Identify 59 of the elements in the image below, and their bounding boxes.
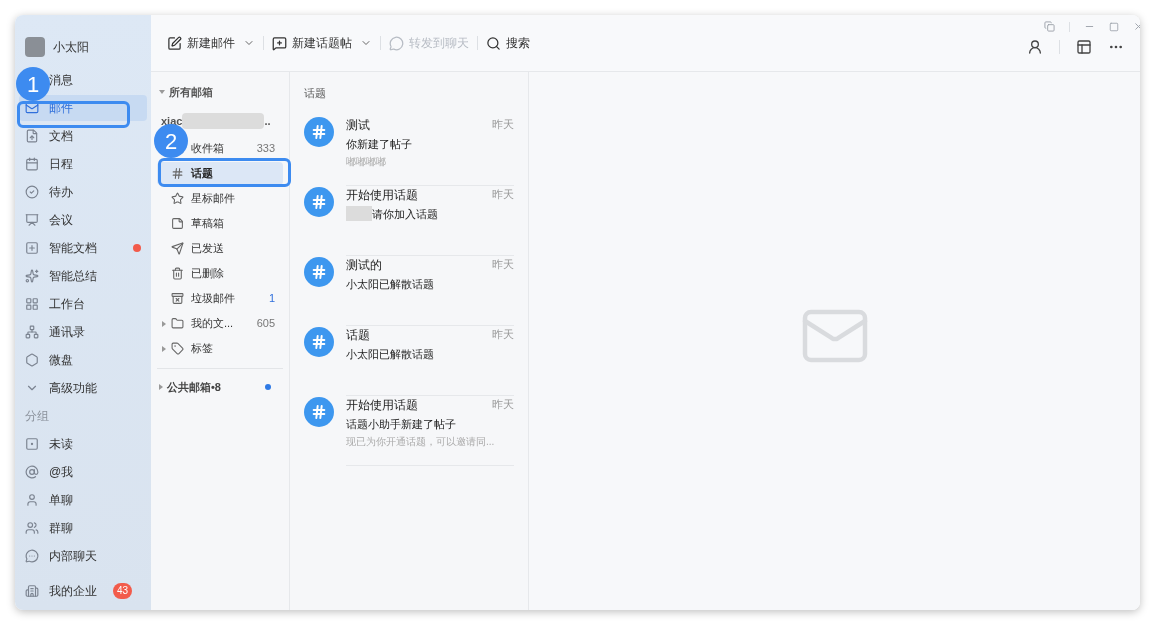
topic-preview: 现已为你开通话题，可以邀请同... xyxy=(346,435,496,449)
nav-item[interactable]: 智能文档 xyxy=(19,235,147,261)
folder-count: 333 xyxy=(256,141,275,157)
nav-item[interactable]: 高级功能 xyxy=(19,375,147,401)
topic-time: 昨天 xyxy=(492,326,514,342)
nav-item[interactable]: 通讯录 xyxy=(19,319,147,345)
topic-item[interactable]: 开始使用话题 昨天 请你加入话题 xyxy=(304,185,514,256)
folder-item[interactable]: 我的文... 605 xyxy=(157,312,283,335)
topic-line: 话题小助手新建了帖子 xyxy=(346,416,456,432)
public-mailbox-label[interactable]: 公共邮箱•8 xyxy=(167,379,261,396)
group-item[interactable]: 单聊 xyxy=(19,487,147,513)
topic-title: 话题 xyxy=(346,326,370,344)
topic-time: 昨天 xyxy=(492,186,514,202)
folder-count: 1 xyxy=(268,291,275,307)
folder-item[interactable]: 话题 xyxy=(157,162,283,185)
topic-line: 你新建了帖子 xyxy=(346,136,412,152)
nav-item[interactable]: 文档 xyxy=(19,123,147,149)
topic-title: 测试的 xyxy=(346,256,382,274)
topic-title: 开始使用话题 xyxy=(346,396,418,414)
toolbar-button[interactable]: 新建邮件 xyxy=(167,34,255,52)
topic-item[interactable]: 测试 昨天 你新建了帖子 嘟嘟嘟嘟 xyxy=(304,115,514,186)
topic-item[interactable]: 测试的 昨天 小太阳已解散话题 xyxy=(304,255,514,326)
topic-line: 请你加入话题 xyxy=(372,206,438,222)
topic-item[interactable]: 话题 昨天 小太阳已解散话题 xyxy=(304,325,514,396)
toolbar-button[interactable]: 新建话题帖 xyxy=(272,34,372,52)
folder-item[interactable]: 垃圾邮件 1 xyxy=(157,287,283,310)
group-heading: 分组 xyxy=(24,408,50,425)
folder-item[interactable]: 星标邮件 xyxy=(157,187,283,210)
topic-time: 昨天 xyxy=(492,396,514,412)
section-heading: 所有邮箱 xyxy=(169,85,213,100)
account-ellipsis: .. xyxy=(264,113,271,129)
topic-title: 开始使用话题 xyxy=(346,186,418,204)
group-item[interactable]: 未读 xyxy=(19,431,147,457)
nav-item[interactable]: 待办 xyxy=(19,179,147,205)
topic-time: 昨天 xyxy=(492,116,514,132)
nav-item[interactable]: 智能总结 xyxy=(19,263,147,289)
folder-item[interactable]: 已发送 xyxy=(157,237,283,260)
count-badge: 43 xyxy=(113,583,133,599)
folder-item[interactable]: 草稿箱 xyxy=(157,212,283,235)
group-item[interactable]: @我 xyxy=(19,459,147,485)
group-item[interactable]: 群聊 xyxy=(19,515,147,541)
topic-title: 测试 xyxy=(346,116,370,134)
user-name: 小太阳 xyxy=(53,39,89,56)
nav-item[interactable]: 工作台 xyxy=(19,291,147,317)
folder-item[interactable]: 已删除 xyxy=(157,262,283,285)
nav-item[interactable]: 日程 xyxy=(19,151,147,177)
folder-item[interactable]: 标签 xyxy=(157,337,283,360)
group-item[interactable]: 内部聊天 xyxy=(19,543,147,569)
nav-item[interactable]: 微盘 xyxy=(19,347,147,373)
topic-time: 昨天 xyxy=(492,256,514,272)
list-heading: 话题 xyxy=(304,86,327,101)
topic-line: 小太阳已解散话题 xyxy=(346,346,434,362)
nav-item[interactable]: 会议 xyxy=(19,207,147,233)
folder-count: 605 xyxy=(256,316,275,332)
toolbar-button[interactable]: 搜索 xyxy=(486,34,530,52)
topic-line: 小太阳已解散话题 xyxy=(346,276,434,292)
footer-item[interactable]: 我的企业 43 xyxy=(19,578,147,604)
topic-item[interactable]: 开始使用话题 昨天 话题小助手新建了帖子 现已为你开通话题，可以邀请同... xyxy=(304,395,514,466)
topic-preview: 嘟嘟嘟嘟 xyxy=(346,155,387,169)
